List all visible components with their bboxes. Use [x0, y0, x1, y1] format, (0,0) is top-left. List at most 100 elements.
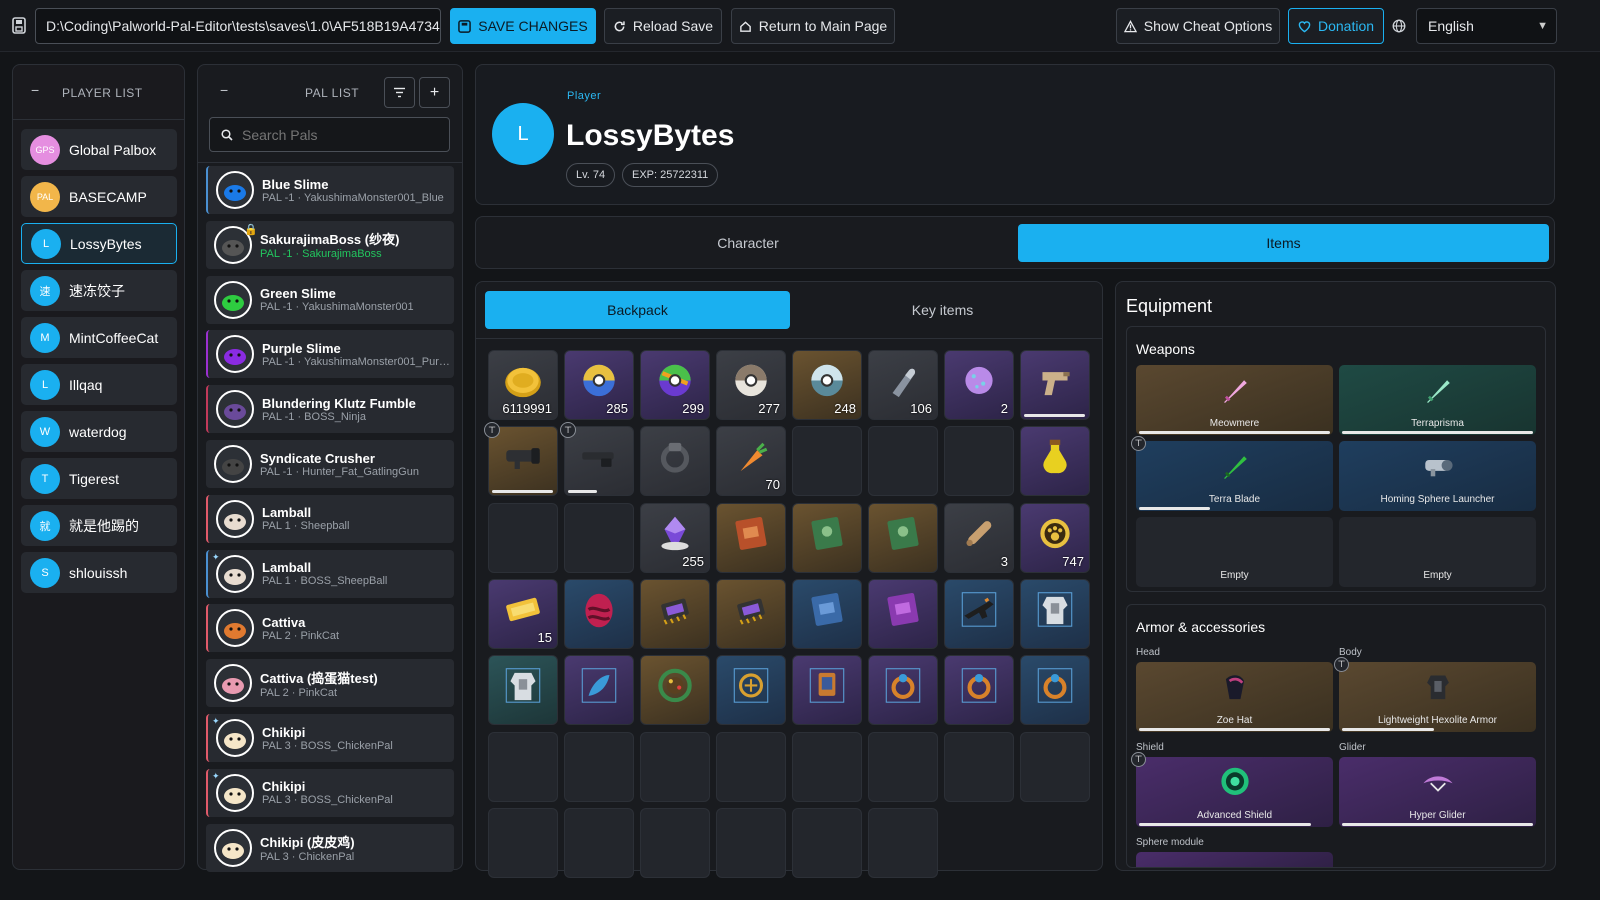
inventory-slot[interactable]: [564, 502, 634, 573]
inventory-slot[interactable]: [488, 502, 558, 573]
inventory-slot[interactable]: [716, 655, 786, 726]
weapon-slot[interactable]: Empty: [1136, 517, 1333, 587]
pin-icon[interactable]: ⊤: [1334, 657, 1349, 672]
inventory-slot[interactable]: 70: [716, 426, 786, 497]
inventory-slot[interactable]: 248: [792, 350, 862, 420]
pin-icon[interactable]: ⊤: [1131, 436, 1146, 451]
player-list-item[interactable]: Wwaterdog: [21, 411, 177, 452]
inventory-slot[interactable]: [944, 655, 1014, 726]
pal-list-item[interactable]: Syndicate Crusher PAL -1 · Hunter_Fat_Gat…: [206, 440, 454, 488]
inventory-slot[interactable]: [944, 578, 1014, 649]
search-field[interactable]: [209, 117, 450, 152]
inventory-slot[interactable]: [564, 807, 634, 878]
tab-key-items[interactable]: Key items: [790, 291, 1095, 329]
inventory-slot[interactable]: [716, 731, 786, 802]
pal-list-item[interactable]: Cattiva (捣蛋猫test) PAL 2 · PinkCat: [206, 659, 454, 708]
armor-slot[interactable]: Lightweight Hexolite Armor: [1339, 662, 1536, 732]
pal-list-item[interactable]: Lamball PAL 1 · BOSS_SheepBall ✦: [206, 549, 454, 598]
armor-slot[interactable]: Hyper Glider: [1339, 757, 1536, 827]
inventory-slot[interactable]: [868, 578, 938, 649]
inventory-slot[interactable]: [1020, 426, 1090, 497]
weapon-slot[interactable]: Terraprisma: [1339, 365, 1536, 435]
inventory-slot[interactable]: [564, 578, 634, 649]
inventory-slot[interactable]: [1020, 731, 1090, 802]
pal-list-item[interactable]: Green Slime PAL -1 · YakushimaMonster001: [206, 275, 454, 324]
inventory-slot[interactable]: 6119991: [488, 350, 558, 420]
inventory-slot[interactable]: [792, 578, 862, 649]
pal-list-item[interactable]: Chikipi PAL 3 · BOSS_ChickenPal ✦: [206, 768, 454, 817]
inventory-slot[interactable]: [488, 655, 558, 726]
inventory-slot[interactable]: [868, 807, 938, 878]
pal-list-item[interactable]: Cattiva PAL 2 · PinkCat: [206, 604, 454, 653]
inventory-slot[interactable]: 15: [488, 578, 558, 649]
tab-character[interactable]: Character: [484, 224, 1012, 262]
inventory-slot[interactable]: 299: [640, 350, 710, 420]
inventory-slot[interactable]: ⊤: [560, 422, 634, 497]
inventory-slot[interactable]: 255: [640, 502, 710, 573]
search-input[interactable]: [242, 125, 442, 145]
inventory-slot[interactable]: [1020, 578, 1090, 649]
collapse-button[interactable]: −: [220, 82, 228, 98]
inventory-slot[interactable]: [792, 731, 862, 802]
inventory-slot[interactable]: [640, 807, 710, 878]
inventory-slot[interactable]: [716, 502, 786, 573]
pal-list-item[interactable]: Lamball PAL 1 · Sheepball: [206, 494, 454, 543]
inventory-slot[interactable]: [792, 807, 862, 878]
inventory-slot[interactable]: [716, 578, 786, 649]
inventory-slot[interactable]: [868, 502, 938, 573]
inventory-slot[interactable]: [792, 502, 862, 573]
language-select[interactable]: English ▼: [1416, 8, 1557, 44]
inventory-slot[interactable]: [792, 655, 862, 726]
weapon-slot[interactable]: Meowmere: [1136, 365, 1333, 435]
inventory-slot[interactable]: [564, 655, 634, 726]
inventory-slot[interactable]: [564, 731, 634, 802]
pin-icon[interactable]: ⊤: [484, 422, 500, 439]
pin-icon[interactable]: ⊤: [560, 422, 576, 439]
inventory-slot[interactable]: [1020, 655, 1090, 726]
armor-slot[interactable]: Advanced Shield: [1136, 757, 1333, 827]
player-list-item[interactable]: Sshlouissh: [21, 552, 177, 593]
add-pal-button[interactable]: +: [419, 77, 450, 108]
inventory-slot[interactable]: [944, 731, 1014, 802]
player-list-item[interactable]: 速速冻饺子: [21, 270, 177, 311]
inventory-slot[interactable]: [868, 426, 938, 497]
pal-list-item[interactable]: Blue Slime PAL -1 · YakushimaMonster001_B…: [206, 166, 454, 214]
player-list-item[interactable]: L LossyBytes: [21, 223, 177, 264]
inventory-slot[interactable]: [868, 731, 938, 802]
inventory-slot[interactable]: [1020, 350, 1090, 420]
tab-items[interactable]: Items: [1018, 224, 1549, 262]
pin-icon[interactable]: ⊤: [1131, 752, 1146, 767]
collapse-button[interactable]: −: [31, 82, 39, 98]
show-cheat-button[interactable]: Show Cheat Options: [1116, 8, 1280, 44]
inventory-slot[interactable]: [640, 655, 710, 726]
inventory-slot[interactable]: 3: [944, 502, 1014, 573]
sphere-module-slot[interactable]: [1136, 852, 1333, 867]
inventory-slot[interactable]: [792, 426, 862, 497]
pal-list-item[interactable]: Chikipi (皮皮鸡) PAL 3 · ChickenPal: [206, 823, 454, 872]
tab-backpack[interactable]: Backpack: [485, 291, 790, 329]
pal-list-item[interactable]: Blundering Klutz Fumble PAL -1 · BOSS_Nin…: [206, 385, 454, 434]
inventory-slot[interactable]: 747: [1020, 502, 1090, 573]
save-changes-button[interactable]: SAVE CHANGES: [450, 8, 596, 44]
inventory-slot[interactable]: [488, 807, 558, 878]
inventory-slot[interactable]: [868, 655, 938, 726]
weapon-slot[interactable]: Terra Blade: [1136, 441, 1333, 511]
inventory-slot[interactable]: [640, 426, 710, 497]
inventory-slot[interactable]: [640, 731, 710, 802]
inventory-slot[interactable]: [716, 807, 786, 878]
inventory-slot[interactable]: ⊤: [484, 422, 558, 497]
player-list-item[interactable]: L Illqaq: [21, 364, 177, 405]
pal-list-item[interactable]: Chikipi PAL 3 · BOSS_ChickenPal ✦: [206, 714, 454, 762]
inventory-slot[interactable]: 106: [868, 350, 938, 420]
player-list-item[interactable]: M MintCoffeeCat: [21, 317, 177, 358]
reload-save-button[interactable]: Reload Save: [604, 8, 722, 44]
inventory-slot[interactable]: [640, 578, 710, 649]
donation-button[interactable]: Donation: [1288, 8, 1384, 44]
inventory-slot[interactable]: 2: [944, 350, 1014, 420]
player-list-item[interactable]: PAL BASECAMP: [21, 176, 177, 217]
save-path-input[interactable]: D:\Coding\Palworld-Pal-Editor\tests\save…: [35, 8, 441, 44]
weapon-slot[interactable]: Empty: [1339, 517, 1536, 587]
inventory-slot[interactable]: 277: [716, 350, 786, 420]
player-list-item[interactable]: 就就是他踢的: [21, 505, 177, 546]
pal-list-item[interactable]: Purple Slime PAL -1 · YakushimaMonster001…: [206, 330, 454, 379]
